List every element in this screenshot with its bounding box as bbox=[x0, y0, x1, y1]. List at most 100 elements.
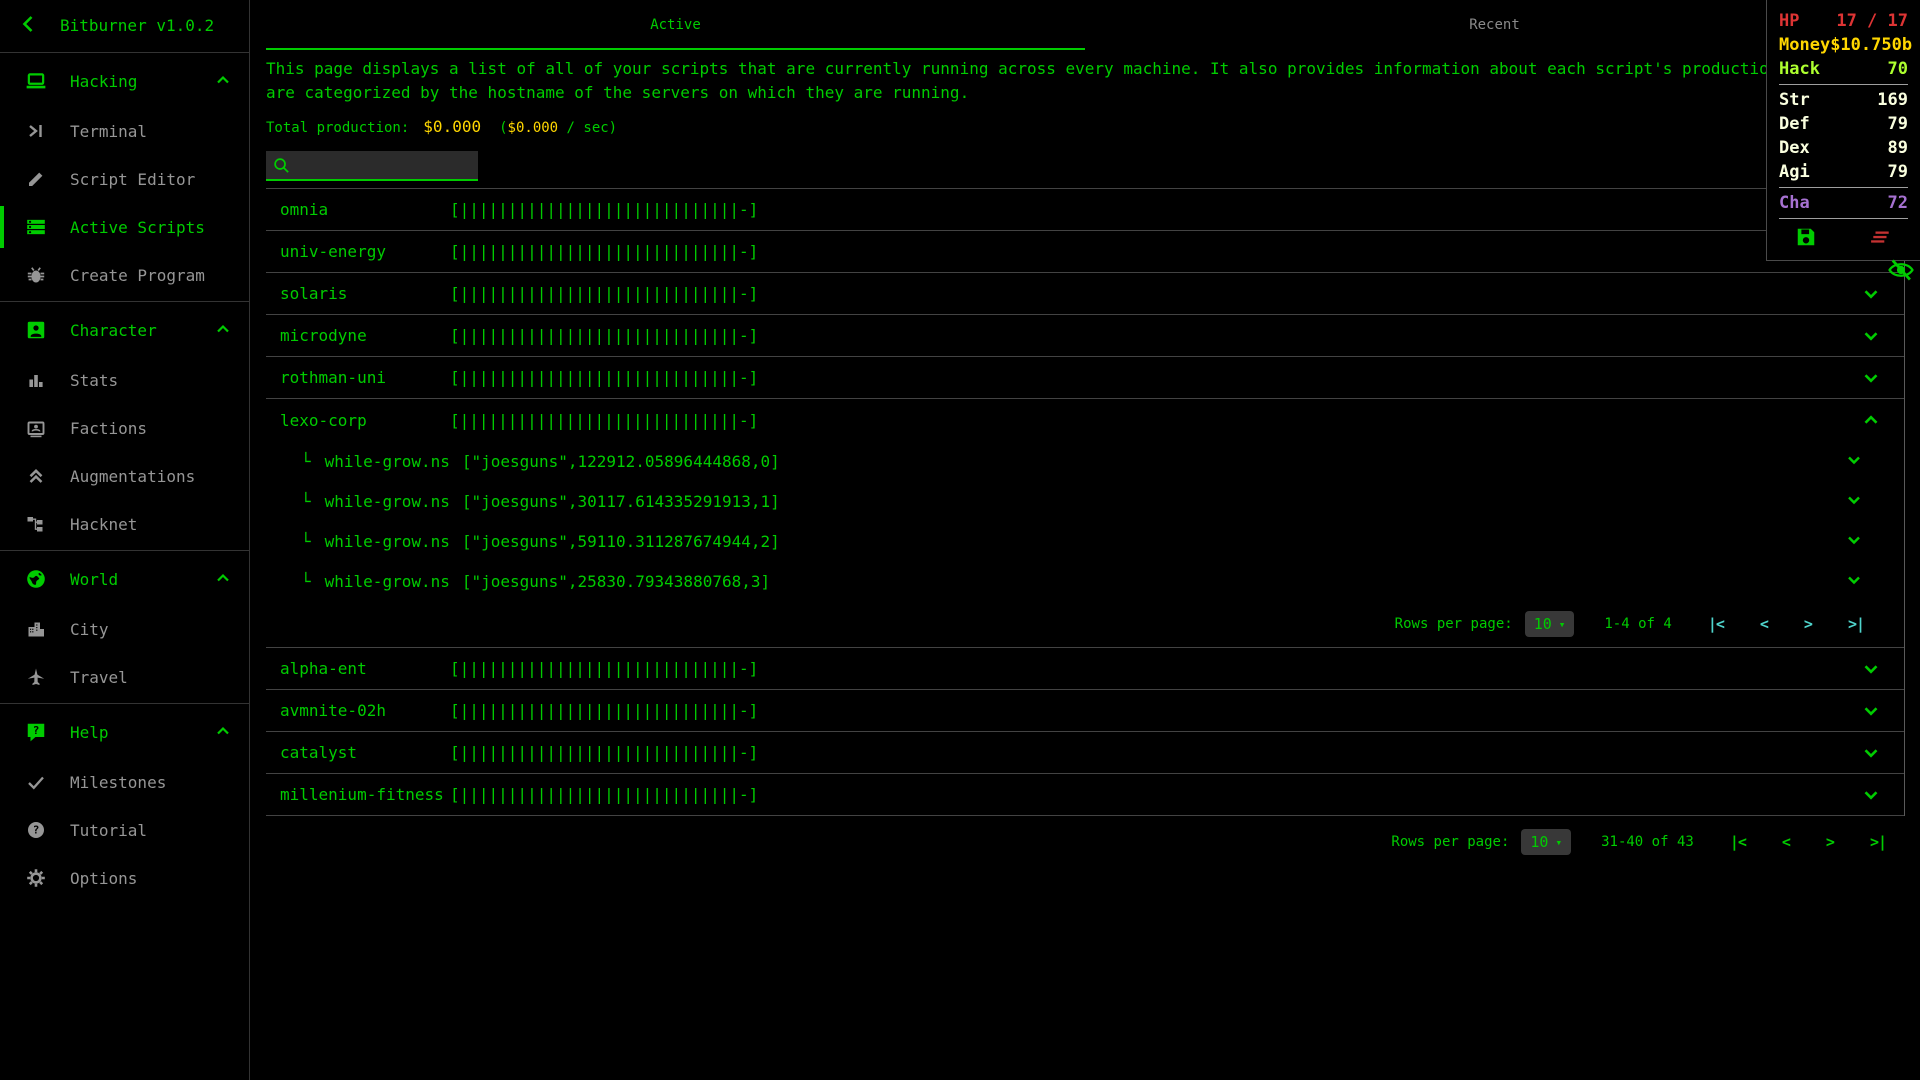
kill-all-scripts-button[interactable] bbox=[1870, 226, 1892, 252]
toggle-overlay-button[interactable] bbox=[1885, 256, 1917, 288]
script-args: ["joesguns",122912.05896444868,0] bbox=[461, 451, 780, 471]
server-progress-bar: [|||||||||||||||||||||||||||||-] bbox=[450, 242, 759, 261]
sidebar-item-label: Script Editor bbox=[70, 169, 196, 189]
script-args: ["joesguns",25830.79343880768,3] bbox=[461, 571, 771, 591]
question-circle-icon: ? bbox=[24, 818, 48, 842]
first-page-icon[interactable]: |< bbox=[1730, 833, 1747, 851]
server-row[interactable]: solaris [|||||||||||||||||||||||||||||-] bbox=[266, 273, 1904, 315]
chevron-down-icon bbox=[1860, 742, 1882, 768]
last-page-icon[interactable]: >| bbox=[1848, 615, 1865, 633]
sidebar-item-label: Hacknet bbox=[70, 514, 138, 534]
stat-row-agi: Agi 79 bbox=[1779, 162, 1908, 182]
clear-all-icon bbox=[1871, 231, 1889, 243]
sidebar-item-active-scripts[interactable]: Active Scripts bbox=[0, 203, 249, 251]
search-input[interactable] bbox=[297, 155, 467, 175]
rows-per-page-label: Rows per page: bbox=[1391, 834, 1510, 850]
sidebar-item-options[interactable]: Options bbox=[0, 854, 249, 902]
sidebar-item-hacknet[interactable]: Hacknet bbox=[0, 500, 249, 548]
server-progress-bar: [|||||||||||||||||||||||||||||-] bbox=[450, 659, 759, 678]
sidebar-item-label: Milestones bbox=[70, 772, 167, 792]
server-progress-bar: [|||||||||||||||||||||||||||||-] bbox=[450, 743, 759, 762]
floppy-save-icon bbox=[1797, 228, 1815, 246]
chevron-down-icon bbox=[1860, 700, 1882, 726]
sidebar-item-script-editor[interactable]: Script Editor bbox=[0, 155, 249, 203]
server-row[interactable]: rothman-uni [|||||||||||||||||||||||||||… bbox=[266, 357, 1904, 399]
rows-per-page-select[interactable]: 10 ▾ bbox=[1524, 611, 1575, 637]
server-row[interactable]: catalyst [|||||||||||||||||||||||||||||-… bbox=[266, 732, 1904, 774]
chevron-down-icon bbox=[1860, 283, 1882, 309]
active-tab-indicator bbox=[266, 48, 1085, 50]
stat-value: 79 bbox=[1887, 114, 1908, 134]
server-name: lexo-corp bbox=[280, 410, 367, 430]
stat-value: 169 bbox=[1877, 90, 1908, 110]
chevron-down-icon bbox=[1844, 490, 1864, 514]
sidebar-group-character[interactable]: Character bbox=[0, 304, 249, 356]
total-production-rate: ($0.000 / sec) bbox=[499, 120, 618, 136]
rows-per-page-label: Rows per page: bbox=[1394, 616, 1513, 632]
sidebar-item-factions[interactable]: Factions bbox=[0, 404, 249, 452]
chevron-down-icon bbox=[1860, 367, 1882, 393]
server-row[interactable]: microdyne [|||||||||||||||||||||||||||||… bbox=[266, 315, 1904, 357]
script-name: while-grow.ns bbox=[324, 571, 450, 591]
server-list-pagination: Rows per page: 10 ▾ 31-40 of 43 |< < > >| bbox=[266, 816, 1905, 868]
rows-per-page-select[interactable]: 10 ▾ bbox=[1521, 829, 1572, 855]
divider bbox=[1779, 218, 1908, 219]
sidebar-group-label: Character bbox=[70, 320, 157, 340]
server-row-expanded[interactable]: lexo-corp [|||||||||||||||||||||||||||||… bbox=[266, 399, 1904, 441]
script-row[interactable]: └ while-grow.ns ["joesguns",122912.05896… bbox=[266, 441, 1904, 481]
sidebar-item-label: Options bbox=[70, 868, 138, 888]
sidebar-item-city[interactable]: City bbox=[0, 605, 249, 653]
save-game-button[interactable] bbox=[1795, 226, 1817, 252]
chevron-left-icon bbox=[22, 16, 33, 32]
sidebar-item-stats[interactable]: Stats bbox=[0, 356, 249, 404]
tab-active[interactable]: Active bbox=[266, 0, 1085, 50]
first-page-icon[interactable]: |< bbox=[1708, 615, 1725, 633]
server-name: solaris bbox=[280, 284, 348, 303]
server-row[interactable]: omnia [|||||||||||||||||||||||||||||-] bbox=[266, 189, 1904, 231]
buildings-icon bbox=[24, 617, 48, 641]
server-progress-bar: [|||||||||||||||||||||||||||||-] bbox=[450, 368, 759, 387]
script-row[interactable]: └ while-grow.ns ["joesguns",59110.311287… bbox=[266, 521, 1904, 561]
stat-row-dex: Dex 89 bbox=[1779, 138, 1908, 158]
server-row[interactable]: univ-energy [|||||||||||||||||||||||||||… bbox=[266, 231, 1904, 273]
server-progress-bar: [|||||||||||||||||||||||||||||-] bbox=[450, 410, 759, 430]
previous-page-icon[interactable]: < bbox=[1782, 833, 1791, 851]
script-row[interactable]: └ while-grow.ns ["joesguns",30117.614335… bbox=[266, 481, 1904, 521]
server-row[interactable]: avmnite-02h [|||||||||||||||||||||||||||… bbox=[266, 690, 1904, 732]
sidebar-group-hacking[interactable]: Hacking bbox=[0, 55, 249, 107]
sidebar-item-create-program[interactable]: Create Program bbox=[0, 251, 249, 299]
chevron-down-icon: ▾ bbox=[1558, 617, 1566, 631]
script-row[interactable]: └ while-grow.ns ["joesguns",25830.793438… bbox=[266, 561, 1904, 601]
sidebar-item-label: Create Program bbox=[70, 265, 205, 285]
sidebar-item-label: Terminal bbox=[70, 121, 148, 141]
server-row[interactable]: millenium-fitness [|||||||||||||||||||||… bbox=[266, 774, 1904, 816]
sidebar-item-augmentations[interactable]: Augmentations bbox=[0, 452, 249, 500]
sidebar-item-terminal[interactable]: Terminal bbox=[0, 107, 249, 155]
server-accordion-list: omnia [|||||||||||||||||||||||||||||-] u… bbox=[266, 188, 1905, 816]
script-name: while-grow.ns bbox=[324, 451, 450, 471]
chevron-down-icon bbox=[1844, 530, 1864, 554]
sidebar-item-milestones[interactable]: Milestones bbox=[0, 758, 249, 806]
server-progress-bar: [|||||||||||||||||||||||||||||-] bbox=[450, 200, 759, 219]
stat-row-cha: Cha 72 bbox=[1779, 193, 1908, 213]
collapse-sidebar-button[interactable] bbox=[16, 12, 42, 38]
sidebar-group-help[interactable]: ? Help bbox=[0, 706, 249, 758]
chevron-down-icon bbox=[1860, 658, 1882, 684]
last-page-icon[interactable]: >| bbox=[1870, 833, 1887, 851]
server-progress-bar: [|||||||||||||||||||||||||||||-] bbox=[450, 326, 759, 345]
sidebar-item-travel[interactable]: Travel bbox=[0, 653, 249, 701]
script-args: ["joesguns",30117.614335291913,1] bbox=[461, 491, 780, 511]
server-row[interactable]: alpha-ent [|||||||||||||||||||||||||||||… bbox=[266, 648, 1904, 690]
laptop-icon bbox=[24, 69, 48, 93]
sidebar-group-world[interactable]: World bbox=[0, 553, 249, 605]
stat-row-def: Def 79 bbox=[1779, 114, 1908, 134]
previous-page-icon[interactable]: < bbox=[1760, 615, 1769, 633]
tree-branch-glyph: └ bbox=[301, 571, 311, 591]
sidebar-item-tutorial[interactable]: ? Tutorial bbox=[0, 806, 249, 854]
next-page-icon[interactable]: > bbox=[1826, 833, 1835, 851]
sidebar-item-label: Augmentations bbox=[70, 466, 196, 486]
tab-strip: Active Recent bbox=[266, 0, 1904, 50]
svg-text:?: ? bbox=[33, 724, 40, 737]
next-page-icon[interactable]: > bbox=[1804, 615, 1813, 633]
chevron-up-icon bbox=[213, 70, 233, 94]
